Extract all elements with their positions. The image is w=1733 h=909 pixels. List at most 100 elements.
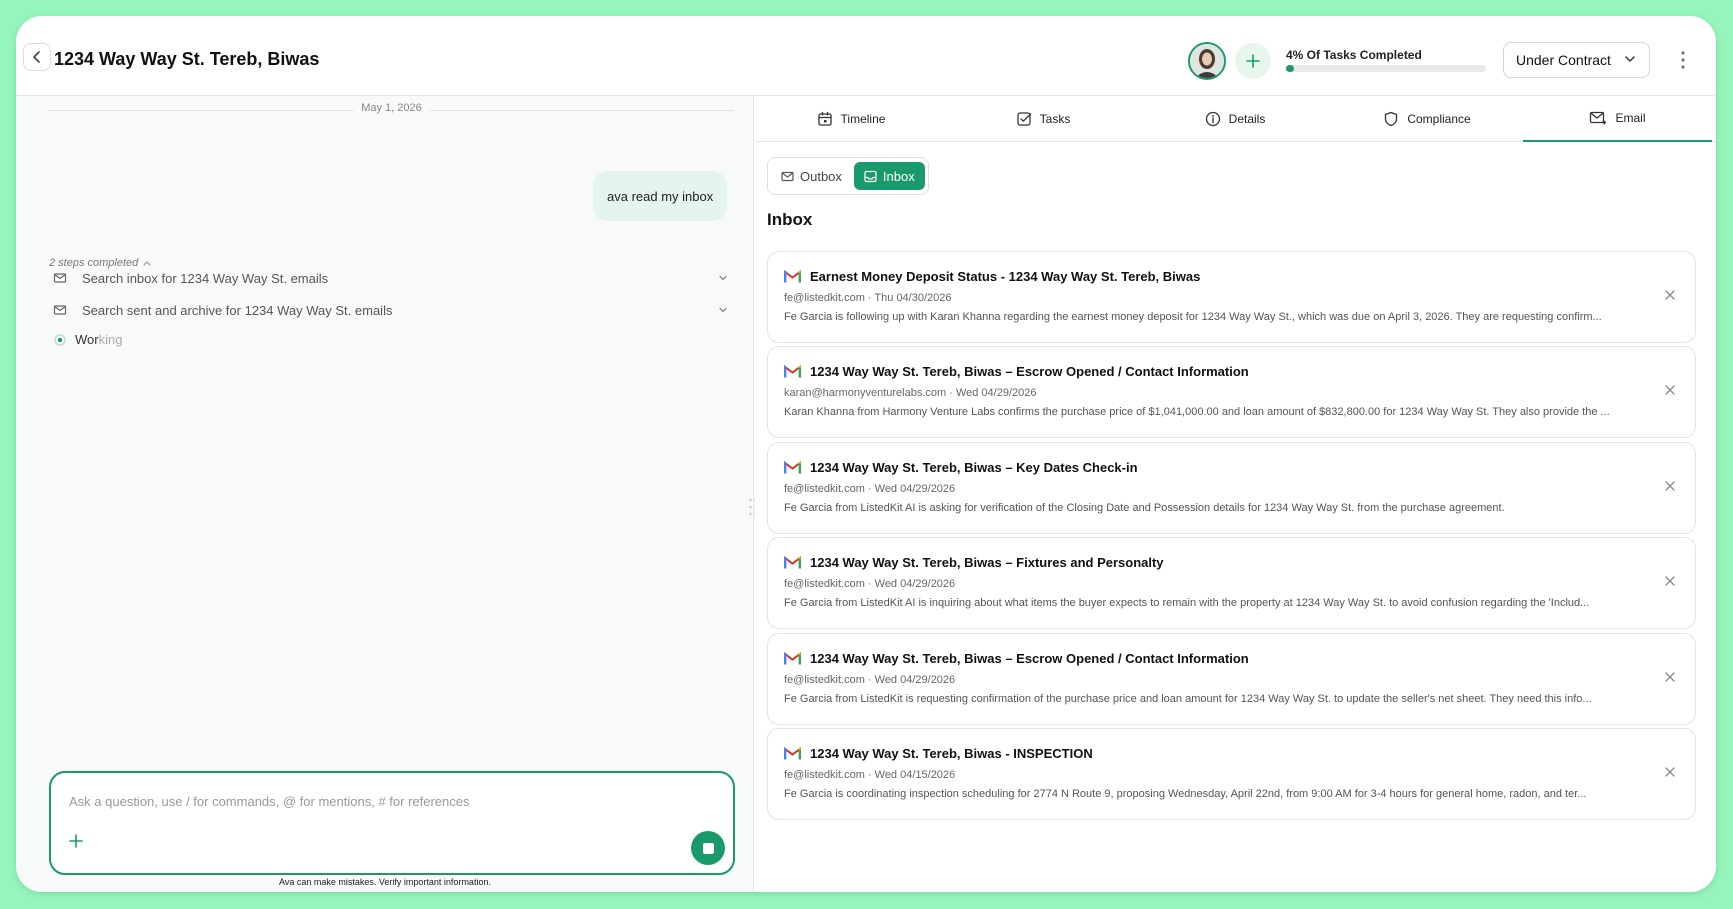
- chat-pane: May 1, 2026 ava read my inbox 2 steps co…: [16, 96, 757, 892]
- progress-bar-fill: [1286, 65, 1294, 72]
- detail-pane: Timeline Tasks Details Compliance Email: [755, 96, 1716, 892]
- outbox-icon: [781, 171, 794, 181]
- email-meta: karan@harmonyventurelabs.com · Wed 04/29…: [784, 387, 1037, 399]
- email-meta: fe@listedkit.com · Wed 04/29/2026: [784, 578, 956, 590]
- info-icon: [1205, 111, 1220, 127]
- close-icon[interactable]: [1665, 481, 1675, 491]
- chevron-down-icon[interactable]: [717, 272, 729, 284]
- mail-icon: [1590, 111, 1607, 125]
- mail-icon: [53, 305, 67, 315]
- progress-label: 4% Of Tasks Completed: [1286, 48, 1422, 62]
- app-window: 1234 Way Way St. Tereb, Biwas 4% Of Task…: [16, 16, 1716, 892]
- page-title: 1234 Way Way St. Tereb, Biwas: [54, 49, 320, 69]
- header: 1234 Way Way St. Tereb, Biwas 4% Of Task…: [16, 16, 1716, 96]
- email-item[interactable]: Earnest Money Deposit Status - 1234 Way …: [767, 251, 1696, 343]
- inbox-icon: [864, 170, 877, 182]
- email-subject: 1234 Way Way St. Tereb, Biwas – Fixtures…: [810, 555, 1164, 570]
- calendar-icon: [817, 111, 832, 126]
- email-subject: 1234 Way Way St. Tereb, Biwas – Key Date…: [810, 460, 1138, 475]
- close-icon[interactable]: [1665, 672, 1675, 682]
- outbox-button[interactable]: Outbox: [771, 162, 852, 190]
- email-preview: Fe Garcia is coordinating inspection sch…: [784, 788, 1587, 800]
- status-dropdown-value: Under Contract: [1516, 52, 1611, 68]
- status-dropdown[interactable]: Under Contract: [1503, 42, 1650, 78]
- email-meta: fe@listedkit.com · Wed 04/29/2026: [784, 674, 956, 686]
- close-icon[interactable]: [1665, 767, 1675, 777]
- avatar[interactable]: [1188, 42, 1226, 80]
- mail-icon: [53, 273, 67, 283]
- chat-composer: [49, 771, 735, 875]
- email-preview: Fe Garcia is following up with Karan Kha…: [784, 311, 1602, 323]
- email-preview: Fe Garcia from ListedKit AI is asking fo…: [784, 502, 1505, 514]
- tab-label: Compliance: [1407, 112, 1471, 126]
- email-item[interactable]: 1234 Way Way St. Tereb, Biwas - INSPECTI…: [767, 728, 1696, 820]
- step-label: Search inbox for 1234 Way Way St. emails: [82, 270, 329, 286]
- tab-tasks[interactable]: Tasks: [947, 96, 1139, 142]
- back-button[interactable]: [23, 43, 51, 71]
- gmail-icon: [784, 365, 801, 378]
- email-item[interactable]: 1234 Way Way St. Tereb, Biwas – Escrow O…: [767, 633, 1696, 725]
- chat-input[interactable]: [69, 791, 669, 811]
- chevron-down-icon[interactable]: [717, 304, 729, 316]
- close-icon[interactable]: [1665, 290, 1675, 300]
- stop-button[interactable]: [691, 831, 725, 865]
- user-avatar-icon: [1190, 44, 1224, 78]
- email-subject: 1234 Way Way St. Tereb, Biwas - INSPECTI…: [810, 746, 1093, 761]
- inbox-label: Inbox: [882, 168, 915, 184]
- email-item[interactable]: 1234 Way Way St. Tereb, Biwas – Escrow O…: [767, 346, 1696, 438]
- email-preview: Fe Garcia from ListedKit is requesting c…: [784, 693, 1592, 705]
- email-item[interactable]: 1234 Way Way St. Tereb, Biwas – Fixtures…: [767, 537, 1696, 629]
- disclaimer: Ava can make mistakes. Verify important …: [279, 877, 491, 887]
- gmail-icon: [784, 461, 801, 474]
- tab-label: Details: [1228, 112, 1266, 126]
- plus-icon: [1246, 54, 1260, 68]
- email-meta: fe@listedkit.com · Wed 04/15/2026: [784, 769, 956, 781]
- inbox-button[interactable]: Inbox: [853, 162, 925, 190]
- working-text-strong: Wor: [75, 332, 99, 347]
- chevron-up-icon: [143, 261, 151, 266]
- tab-label: Timeline: [840, 112, 886, 126]
- mailbox-switcher: Outbox Inbox: [767, 157, 929, 195]
- email-preview: Karan Khanna from Harmony Venture Labs c…: [784, 406, 1610, 418]
- tab-details[interactable]: Details: [1139, 96, 1331, 142]
- user-message-bubble: ava read my inbox: [593, 171, 728, 221]
- email-subject: 1234 Way Way St. Tereb, Biwas – Escrow O…: [810, 364, 1249, 379]
- gmail-icon: [784, 652, 801, 665]
- chevron-down-icon: [1625, 56, 1635, 62]
- tab-label: Tasks: [1039, 112, 1071, 126]
- stop-icon: [702, 842, 714, 854]
- close-icon[interactable]: [1665, 576, 1675, 586]
- inbox-heading: Inbox: [767, 210, 813, 229]
- shield-icon: [1385, 111, 1398, 127]
- step-item[interactable]: Search sent and archive for 1234 Way Way…: [53, 299, 733, 321]
- add-member-button[interactable]: [1235, 43, 1271, 79]
- step-item[interactable]: Search inbox for 1234 Way Way St. emails: [53, 267, 733, 289]
- email-meta: fe@listedkit.com · Wed 04/29/2026: [784, 483, 956, 495]
- date-separator-label: May 1, 2026: [353, 102, 430, 114]
- date-separator: May 1, 2026: [49, 102, 734, 118]
- gmail-icon: [784, 747, 801, 760]
- email-subject: Earnest Money Deposit Status - 1234 Way …: [810, 269, 1201, 284]
- tab-timeline[interactable]: Timeline: [755, 96, 947, 142]
- gmail-icon: [784, 270, 801, 283]
- step-label: Search sent and archive for 1234 Way Way…: [82, 302, 393, 318]
- tab-compliance[interactable]: Compliance: [1331, 96, 1523, 142]
- more-options-icon[interactable]: [1680, 50, 1686, 70]
- email-meta: fe@listedkit.com · Thu 04/30/2026: [784, 292, 952, 304]
- email-preview: Fe Garcia from ListedKit AI is inquiring…: [784, 597, 1590, 609]
- tab-label: Email: [1615, 111, 1646, 125]
- working-text-faded: king: [98, 332, 123, 347]
- progress-bar: [1286, 65, 1486, 72]
- close-icon[interactable]: [1665, 385, 1675, 395]
- tab-email[interactable]: Email: [1523, 96, 1712, 142]
- working-indicator: Working: [54, 332, 122, 347]
- spinner-icon: [54, 333, 66, 346]
- gmail-icon: [784, 556, 801, 569]
- email-item[interactable]: 1234 Way Way St. Tereb, Biwas – Key Date…: [767, 442, 1696, 534]
- outbox-label: Outbox: [800, 168, 842, 184]
- plus-icon[interactable]: [69, 834, 83, 848]
- checkbox-icon: [1017, 112, 1031, 126]
- tab-bar: Timeline Tasks Details Compliance Email: [755, 96, 1716, 142]
- chevron-left-icon: [33, 51, 40, 63]
- email-subject: 1234 Way Way St. Tereb, Biwas – Escrow O…: [810, 651, 1249, 666]
